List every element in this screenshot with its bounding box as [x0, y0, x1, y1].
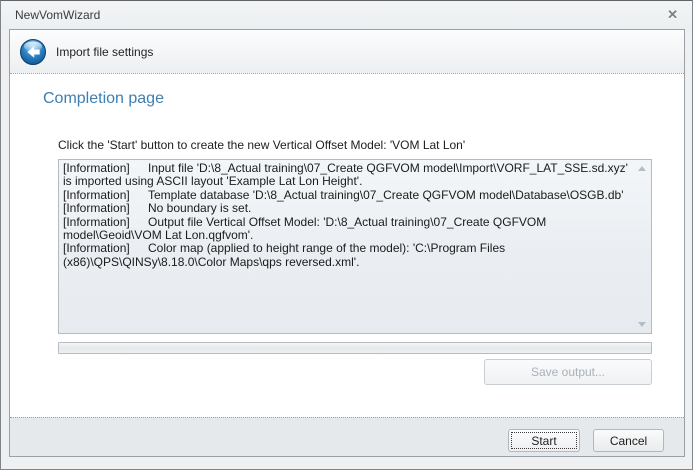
close-icon[interactable]: ✕ — [664, 1, 681, 29]
progress-bar — [58, 342, 652, 354]
log-output-box[interactable]: [Information]Input file 'D:\8_Actual tra… — [58, 159, 652, 334]
log-entry-message: No boundary is set. — [148, 201, 251, 215]
scroll-down-icon[interactable] — [634, 316, 651, 333]
title-bar[interactable]: NewVomWizard ✕ — [1, 1, 692, 29]
log-entry-prefix: [Information] — [63, 189, 148, 202]
wizard-content: Completion page Click the 'Start' button… — [10, 75, 684, 417]
page-title: Completion page — [43, 90, 164, 108]
save-output-button[interactable]: Save output... — [484, 359, 652, 385]
button-footer: Start Cancel — [10, 417, 684, 456]
log-entry: [Information]No boundary is set. — [63, 202, 631, 215]
log-entry-prefix: [Information] — [63, 216, 148, 229]
newvomwizard-dialog: NewVomWizard ✕ — [0, 0, 693, 470]
log-entry-prefix: [Information] — [63, 202, 148, 215]
log-entry: [Information]Output file Vertical Offset… — [63, 216, 631, 243]
cancel-button[interactable]: Cancel — [593, 429, 664, 452]
instruction-text: Click the 'Start' button to create the n… — [58, 138, 465, 152]
log-text: [Information]Input file 'D:\8_Actual tra… — [59, 160, 634, 333]
log-entry-message: Template database 'D:\8_Actual training\… — [148, 188, 624, 202]
log-entry: [Information]Color map (applied to heigh… — [63, 242, 631, 269]
log-entry-message: Input file 'D:\8_Actual training\07_Crea… — [63, 161, 628, 188]
window-title: NewVomWizard — [15, 1, 100, 29]
log-entry-prefix: [Information] — [63, 242, 148, 255]
start-button[interactable]: Start — [508, 429, 580, 452]
header-title: Import file settings — [56, 30, 153, 74]
log-entry-prefix: [Information] — [63, 162, 148, 175]
log-entry: [Information]Input file 'D:\8_Actual tra… — [63, 162, 631, 189]
scroll-up-icon[interactable] — [634, 160, 651, 177]
wizard-header: Import file settings — [10, 30, 684, 74]
log-scrollbar[interactable] — [634, 160, 651, 333]
wizard-panel: Import file settings Completion page Cli… — [9, 29, 685, 457]
log-entry: [Information]Template database 'D:\8_Act… — [63, 189, 631, 202]
back-arrow-icon[interactable] — [19, 38, 47, 66]
